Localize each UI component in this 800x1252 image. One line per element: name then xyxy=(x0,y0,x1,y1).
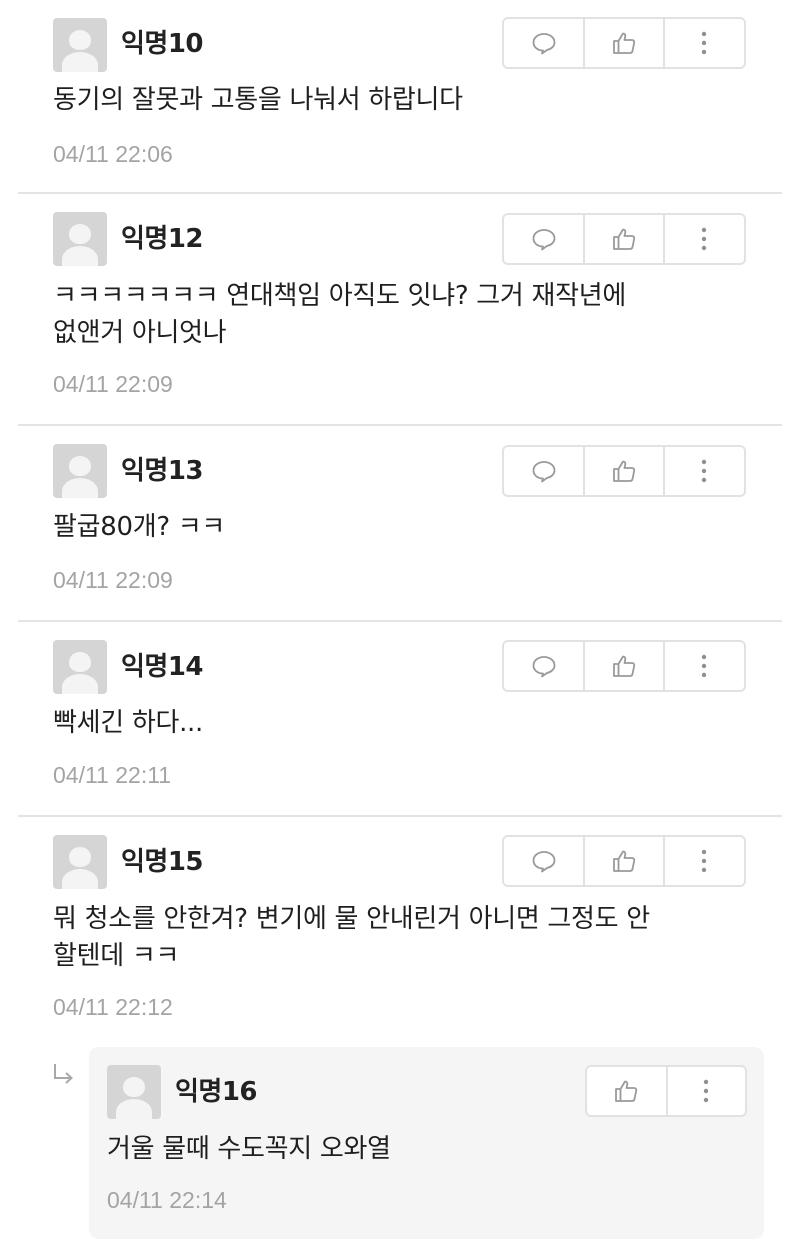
comment-text: ㅋㅋㅋㅋㅋㅋㅋ 연대책임 아직도 잇냐? 그거 재작년에 xyxy=(53,281,626,311)
comment-timestamp: 04/11 22:12 xyxy=(53,994,173,1020)
reply-item: 익명16 거울 물때 수도꼭지 오와열 04/11 22:14 xyxy=(89,1047,764,1239)
comment-actions xyxy=(502,835,746,887)
thumbs-up-icon xyxy=(613,228,636,250)
comment-text: 빡세긴 하다... xyxy=(53,708,203,738)
like-button[interactable] xyxy=(587,1067,666,1115)
comment-timestamp: 04/11 22:09 xyxy=(53,567,173,593)
reply-button[interactable] xyxy=(504,837,583,885)
thumbs-up-icon xyxy=(613,850,636,872)
comment-text: 뭐 청소를 안한겨? 변기에 물 안내린거 아니면 그정도 안 xyxy=(53,904,650,934)
comment-actions xyxy=(502,640,746,692)
thumbs-up-icon xyxy=(615,1080,638,1102)
comment-item: 익명10 동기의 잘못과 고통을 나눠서 하랍니다 04/11 22:06 xyxy=(0,0,800,192)
like-button[interactable] xyxy=(583,215,662,263)
avatar[interactable] xyxy=(53,212,107,266)
comment-item: 익명15 뭐 청소를 안한겨? 변기에 물 안내린거 아니면 그정도 안 할텐데… xyxy=(0,817,800,1042)
speech-bubble-icon xyxy=(532,851,556,873)
comment-author: 익명12 xyxy=(121,224,204,254)
more-button[interactable] xyxy=(662,447,744,495)
comment-item: 익명12 ㅋㅋㅋㅋㅋㅋㅋ 연대책임 아직도 잇냐? 그거 재작년에 없앤거 아니… xyxy=(0,194,800,424)
reply-actions xyxy=(585,1065,747,1117)
comment-actions xyxy=(502,17,746,69)
speech-bubble-icon xyxy=(532,656,556,678)
comment-timestamp: 04/11 22:11 xyxy=(53,762,172,788)
comment-timestamp: 04/11 22:09 xyxy=(53,371,173,397)
comment-text: 동기의 잘못과 고통을 나눠서 하랍니다 xyxy=(53,85,463,115)
speech-bubble-icon xyxy=(532,33,556,55)
comment-author: 익명15 xyxy=(121,847,204,877)
avatar[interactable] xyxy=(53,444,107,498)
comment-item: 익명13 팔굽80개? ㅋㅋ 04/11 22:09 xyxy=(0,426,800,620)
thumbs-up-icon xyxy=(613,32,636,54)
comment-actions xyxy=(502,213,746,265)
avatar[interactable] xyxy=(107,1065,161,1119)
more-vertical-icon xyxy=(702,849,707,873)
thumbs-up-icon xyxy=(613,460,636,482)
reply-button[interactable] xyxy=(504,447,583,495)
avatar[interactable] xyxy=(53,640,107,694)
comment-author: 익명14 xyxy=(121,652,204,682)
more-vertical-icon xyxy=(702,227,707,251)
reply-button[interactable] xyxy=(504,642,583,690)
reply-timestamp: 04/11 22:14 xyxy=(107,1187,227,1213)
avatar[interactable] xyxy=(53,835,107,889)
speech-bubble-icon xyxy=(532,229,556,251)
reply-text: 거울 물때 수도꼭지 오와열 xyxy=(107,1134,391,1164)
like-button[interactable] xyxy=(583,642,662,690)
more-button[interactable] xyxy=(662,837,744,885)
reply-arrow-icon xyxy=(54,1064,73,1084)
comment-item: 익명14 빡세긴 하다... 04/11 22:11 xyxy=(0,622,800,816)
more-button[interactable] xyxy=(665,1067,745,1115)
more-vertical-icon xyxy=(702,654,707,678)
more-button[interactable] xyxy=(662,215,744,263)
comment-text: 할텐데 ㅋㅋ xyxy=(53,941,180,971)
more-vertical-icon xyxy=(702,31,707,55)
reply-author: 익명16 xyxy=(175,1077,258,1107)
comment-author: 익명10 xyxy=(121,29,204,59)
comment-actions xyxy=(502,445,746,497)
more-button[interactable] xyxy=(662,19,744,67)
speech-bubble-icon xyxy=(532,461,556,483)
comment-timestamp: 04/11 22:06 xyxy=(53,141,173,167)
like-button[interactable] xyxy=(583,837,662,885)
more-vertical-icon xyxy=(702,459,707,483)
like-button[interactable] xyxy=(583,19,662,67)
avatar[interactable] xyxy=(53,18,107,72)
thumbs-up-icon xyxy=(613,655,636,677)
comment-author: 익명13 xyxy=(121,456,204,486)
like-button[interactable] xyxy=(583,447,662,495)
more-button[interactable] xyxy=(662,642,744,690)
comment-text: 없앤거 아니엇나 xyxy=(53,318,227,348)
reply-button[interactable] xyxy=(504,19,583,67)
comment-text: 팔굽80개? ㅋㅋ xyxy=(53,512,226,542)
more-vertical-icon xyxy=(704,1079,709,1103)
reply-button[interactable] xyxy=(504,215,583,263)
